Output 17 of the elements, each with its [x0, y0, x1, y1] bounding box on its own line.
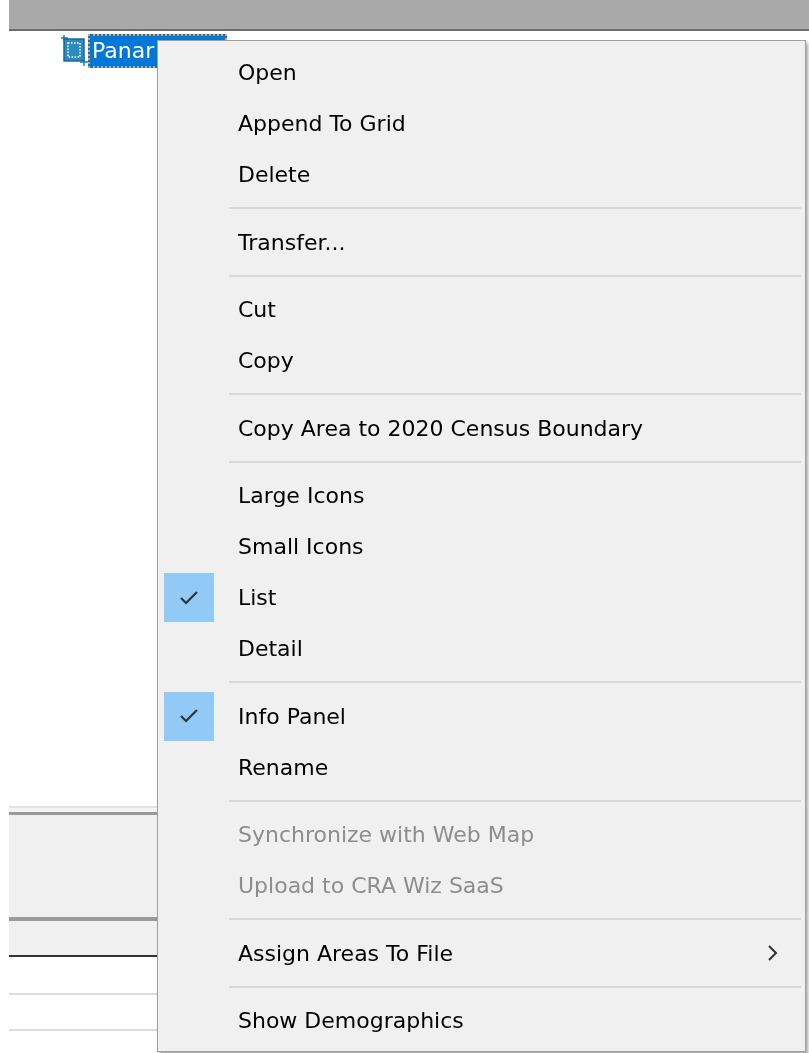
- menu-item[interactable]: Cut: [238, 297, 276, 322]
- menu-item[interactable]: Info Panel: [238, 703, 346, 729]
- menu-item[interactable]: Show Demographics: [238, 1008, 464, 1033]
- menu-item[interactable]: Transfer...: [238, 229, 346, 255]
- menu-item[interactable]: Detail: [238, 636, 303, 661]
- menu-item[interactable]: Assign Areas To File: [238, 940, 454, 966]
- menu-item[interactable]: Copy: [238, 348, 294, 373]
- grid-icon: [60, 35, 88, 67]
- menu-item[interactable]: Large Icons: [238, 483, 365, 508]
- menu-item[interactable]: Rename: [238, 754, 329, 780]
- menu-item[interactable]: Copy Area to 2020 Census Boundary: [238, 415, 644, 441]
- menu-item[interactable]: Delete: [238, 162, 311, 187]
- menu-item[interactable]: Open: [238, 60, 297, 85]
- menu-item[interactable]: List: [238, 585, 277, 610]
- chevron-right-icon: [767, 944, 779, 962]
- menu-item[interactable]: Append To Grid: [238, 111, 406, 136]
- menu-item[interactable]: Small Icons: [238, 534, 364, 559]
